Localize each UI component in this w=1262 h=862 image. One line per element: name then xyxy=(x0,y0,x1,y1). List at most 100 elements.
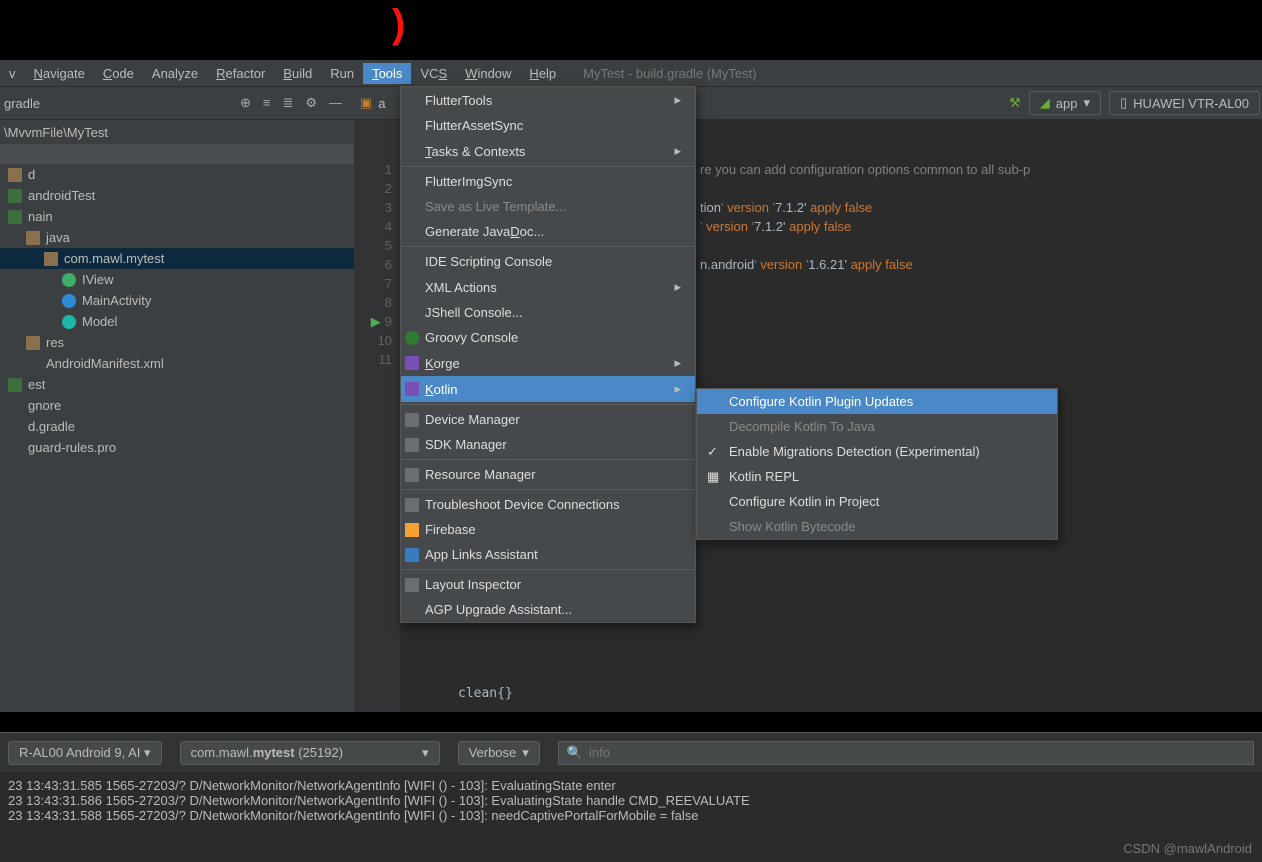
menu-item: Save as Live Template... xyxy=(401,194,695,219)
pkg-icon xyxy=(8,378,22,392)
locate-icon[interactable]: ⊕ xyxy=(240,95,251,111)
menu-item[interactable]: IDE Scripting Console xyxy=(401,249,695,274)
menu-build[interactable]: Build xyxy=(274,63,321,84)
settings-icon[interactable]: ⚙ xyxy=(305,95,317,111)
tree-node[interactable]: d xyxy=(0,164,354,185)
menu-vcs[interactable]: VCS xyxy=(411,63,456,84)
menu-navigate[interactable]: Navigate xyxy=(25,63,94,84)
submenu-arrow-icon: ▸ xyxy=(674,92,681,108)
code-line[interactable]: n.android' version '1.6.21' apply false xyxy=(700,255,1262,274)
menu-help[interactable]: Help xyxy=(520,63,565,84)
gutter-line[interactable]: 4 xyxy=(354,217,392,236)
tree-node[interactable]: nain xyxy=(0,206,354,227)
log-line[interactable]: 23 13:43:31.585 1565-27203/? D/NetworkMo… xyxy=(8,778,1254,793)
menu-run[interactable]: Run xyxy=(321,63,363,84)
logcat-app[interactable]: com.mawl.mytest (25192) ▾ xyxy=(180,741,440,765)
log-line[interactable]: 23 13:43:31.586 1565-27203/? D/NetworkMo… xyxy=(8,793,1254,808)
menu-item[interactable]: FlutterAssetSync xyxy=(401,113,695,138)
menu-item[interactable]: Troubleshoot Device Connections xyxy=(401,492,695,517)
menu-item[interactable]: JShell Console... xyxy=(401,300,695,325)
tree-label: IView xyxy=(82,272,114,287)
submenu-arrow-icon: ▸ xyxy=(674,143,681,159)
menu-item[interactable]: AGP Upgrade Assistant... xyxy=(401,597,695,622)
menu-item[interactable]: FlutterImgSync xyxy=(401,169,695,194)
submenu-item[interactable]: Configure Kotlin Plugin Updates xyxy=(697,389,1057,414)
submenu-item[interactable]: Configure Kotlin in Project xyxy=(697,489,1057,514)
module-selector[interactable]: ◢ app ▾ xyxy=(1029,91,1101,115)
build-icon[interactable]: ⚒ xyxy=(1009,95,1021,111)
logcat-output[interactable]: 23 13:43:31.585 1565-27203/? D/NetworkMo… xyxy=(0,772,1262,862)
device-selector[interactable]: ▯ HUAWEI VTR-AL00 xyxy=(1109,91,1260,115)
gutter-line[interactable]: 7 xyxy=(354,274,392,293)
tree-label: Model xyxy=(82,314,117,329)
menu-window[interactable]: Window xyxy=(456,63,520,84)
menu-item[interactable]: Kotlin▸ xyxy=(401,376,695,402)
menu-label: Layout Inspector xyxy=(425,577,521,592)
menu-label: JShell Console... xyxy=(425,305,523,320)
menu-item[interactable]: Firebase xyxy=(401,517,695,542)
gutter-line[interactable]: 5 xyxy=(354,236,392,255)
menu-tools[interactable]: Tools xyxy=(363,63,411,84)
gutter-line[interactable]: 1 xyxy=(354,160,392,179)
project-tree[interactable]: dandroidTestnainjavacom.mawl.mytest IView… xyxy=(0,164,354,712)
tree-node[interactable]: androidTest xyxy=(0,185,354,206)
submenu-item[interactable]: ✓Enable Migrations Detection (Experiment… xyxy=(697,439,1057,464)
logcat-level[interactable]: Verbose ▾ xyxy=(458,741,540,765)
tree-node[interactable]: gnore xyxy=(0,395,354,416)
menu-icon xyxy=(405,548,419,562)
menu-item[interactable]: Generate JavaDoc... xyxy=(401,219,695,244)
tree-node[interactable]: java xyxy=(0,227,354,248)
menu-item[interactable]: App Links Assistant xyxy=(401,542,695,567)
menu-item[interactable]: Device Manager xyxy=(401,407,695,432)
menu-item[interactable]: Korge▸ xyxy=(401,350,695,376)
run-config-label[interactable]: a xyxy=(378,96,385,111)
tree-node[interactable]: est xyxy=(0,374,354,395)
code-line[interactable]: tion' version '7.1.2' apply false xyxy=(700,198,1262,217)
expand-icon[interactable]: ≡ xyxy=(263,95,271,111)
tree-node[interactable]: Model xyxy=(0,311,354,332)
tree-node[interactable]: res xyxy=(0,332,354,353)
menu-v[interactable]: v xyxy=(0,63,25,84)
menu-item[interactable]: Tasks & Contexts▸ xyxy=(401,138,695,164)
project-path: \MvvmFile\MyTest xyxy=(0,120,354,144)
menu-item[interactable]: Layout Inspector xyxy=(401,572,695,597)
tree-node[interactable]: MainActivity xyxy=(0,290,354,311)
logcat-search[interactable]: 🔍 info xyxy=(558,741,1254,765)
menu-item[interactable]: FlutterTools▸ xyxy=(401,87,695,113)
menu-icon xyxy=(405,413,419,427)
collapse-icon[interactable]: ≣ xyxy=(282,95,293,111)
tree-node[interactable]: AndroidManifest.xml xyxy=(0,353,354,374)
menu-refactor[interactable]: Refactor xyxy=(207,63,274,84)
gutter-line[interactable]: 2 xyxy=(354,179,392,198)
gutter-line[interactable]: 9 xyxy=(354,312,392,331)
code-line[interactable] xyxy=(700,179,1262,198)
code-line[interactable] xyxy=(700,274,1262,293)
gutter-line[interactable]: 8 xyxy=(354,293,392,312)
project-path-label: \MvvmFile\MyTest xyxy=(4,125,108,140)
menu-code[interactable]: Code xyxy=(94,63,143,84)
tree-node[interactable]: d.gradle xyxy=(0,416,354,437)
gutter-line[interactable]: 3 xyxy=(354,198,392,217)
folder-icon xyxy=(26,336,40,350)
menu-item[interactable]: XML Actions▸ xyxy=(401,274,695,300)
code-line[interactable] xyxy=(700,236,1262,255)
log-line[interactable]: 23 13:43:31.588 1565-27203/? D/NetworkMo… xyxy=(8,808,1254,823)
gutter-line[interactable]: 11 xyxy=(354,350,392,369)
tree-node[interactable]: guard-rules.pro xyxy=(0,437,354,458)
breadcrumb[interactable]: gradle xyxy=(0,96,40,111)
gutter-line[interactable]: 10 xyxy=(354,331,392,350)
code-line[interactable] xyxy=(700,293,1262,312)
code-line[interactable]: re you can add configuration options com… xyxy=(700,160,1262,179)
submenu-item[interactable]: ▦Kotlin REPL xyxy=(697,464,1057,489)
menu-item[interactable]: SDK Manager xyxy=(401,432,695,457)
hide-icon[interactable]: — xyxy=(329,95,342,111)
file-icon xyxy=(8,399,22,413)
tree-node[interactable]: IView xyxy=(0,269,354,290)
menu-item[interactable]: Groovy Console xyxy=(401,325,695,350)
code-line[interactable]: ' version '7.1.2' apply false xyxy=(700,217,1262,236)
menu-item[interactable]: Resource Manager xyxy=(401,462,695,487)
logcat-device[interactable]: R-AL00 Android 9, AI ▾ xyxy=(8,741,162,765)
menu-analyze[interactable]: Analyze xyxy=(143,63,207,84)
tree-node[interactable]: com.mawl.mytest xyxy=(0,248,354,269)
gutter-line[interactable]: 6 xyxy=(354,255,392,274)
